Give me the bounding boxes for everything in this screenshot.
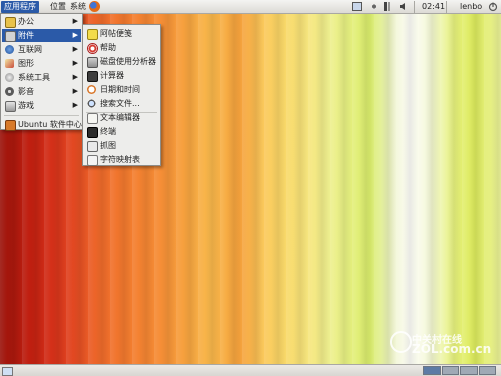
menu-item-system-tools[interactable]: 系统工具 ▶ [2, 71, 81, 84]
show-desktop-icon[interactable] [2, 367, 13, 376]
submenu-arrow-icon: ▶ [72, 17, 78, 25]
menu-item-label: 日期和时间 [100, 85, 140, 94]
accessories-submenu: 阿帖便笺 帮助 磁盘使用分析器 计算器 日期和时间 搜索文件... 文本编辑器 … [82, 24, 161, 166]
menu-item-internet[interactable]: 互联网 ▶ [2, 43, 81, 56]
menu-item-label: 阿帖便笺 [100, 29, 132, 38]
menu-item-search-files[interactable]: 搜索文件... [84, 97, 159, 110]
menu-item-charmap[interactable]: 字符映射表 [84, 153, 159, 166]
menu-item-label: 抓图 [100, 141, 116, 150]
search-files-icon [87, 99, 96, 108]
terminal-icon [87, 127, 98, 138]
accessories-icon [5, 31, 16, 42]
menu-separator [4, 115, 79, 116]
software-center-icon [5, 120, 16, 131]
menu-item-text-editor[interactable]: 文本编辑器 [84, 111, 159, 124]
system-menu[interactable]: 系统 [67, 1, 89, 13]
places-menu[interactable]: 位置 [47, 1, 69, 13]
screenshot-icon [87, 141, 98, 152]
charmap-icon [87, 155, 98, 166]
menu-item-label: Ubuntu 软件中心 [18, 120, 82, 129]
menu-item-games[interactable]: 游戏 ▶ [2, 99, 81, 112]
date-time-icon [87, 85, 96, 94]
workspace-3[interactable] [460, 366, 478, 375]
clock[interactable]: 02:41 [422, 1, 445, 13]
power-icon[interactable] [488, 2, 498, 12]
bottom-panel [0, 364, 501, 376]
menu-item-office[interactable]: 办公 ▶ [2, 15, 81, 28]
workspace-1[interactable] [423, 366, 441, 375]
games-icon [5, 101, 16, 112]
workspace-2[interactable] [441, 366, 459, 375]
applications-menu[interactable]: 应用程序 [1, 1, 39, 13]
menu-item-disk-analyzer[interactable]: 磁盘使用分析器 [84, 55, 159, 68]
panel-separator [414, 1, 415, 13]
watermark-en: ZOL.com.cn [412, 342, 492, 356]
submenu-arrow-icon: ▶ [72, 31, 78, 39]
disk-analyzer-icon [87, 57, 98, 68]
workspace-4[interactable] [478, 366, 496, 375]
network-icon[interactable] [352, 2, 362, 11]
system-tools-icon [5, 73, 14, 82]
menu-item-label: 图形 [18, 59, 34, 68]
menu-item-calculator[interactable]: 计算器 [84, 69, 159, 82]
menu-item-label: 游戏 [18, 101, 34, 110]
menu-item-multimedia[interactable]: 影音 ▶ [2, 85, 81, 98]
menu-item-label: 终端 [100, 127, 116, 136]
text-editor-icon [87, 113, 98, 124]
menu-item-terminal[interactable]: 终端 [84, 125, 159, 138]
panel-separator [446, 1, 447, 13]
submenu-arrow-icon: ▶ [72, 45, 78, 53]
menu-item-help[interactable]: 帮助 [84, 41, 159, 54]
menu-item-screenshot[interactable]: 抓图 [84, 139, 159, 152]
office-icon [5, 17, 16, 28]
bluetooth-icon[interactable] [384, 2, 394, 11]
menu-item-accessories[interactable]: 附件 ▶ [2, 29, 81, 42]
menu-item-date-time[interactable]: 日期和时间 [84, 83, 159, 96]
zol-logo-icon [390, 331, 412, 353]
menu-item-label: 磁盘使用分析器 [100, 57, 156, 66]
volume-icon[interactable] [399, 2, 407, 11]
menu-item-label: 系统工具 [18, 73, 50, 82]
menu-item-label: 办公 [18, 17, 34, 26]
firefox-icon[interactable] [89, 1, 100, 12]
menu-item-label: 影音 [18, 87, 34, 96]
menu-item-label: 文本编辑器 [100, 113, 140, 122]
submenu-arrow-icon: ▶ [72, 59, 78, 67]
help-icon [87, 43, 98, 54]
menu-item-label: 互联网 [18, 45, 42, 54]
mail-icon[interactable] [369, 2, 379, 11]
multimedia-icon [5, 87, 14, 96]
menu-item-notes[interactable]: 阿帖便笺 [84, 27, 159, 40]
workspace-switcher[interactable] [423, 366, 497, 375]
notes-icon [87, 29, 98, 40]
internet-icon [5, 45, 14, 54]
menu-item-label: 帮助 [100, 43, 116, 52]
applications-dropdown: 办公 ▶ 附件 ▶ 互联网 ▶ 图形 ▶ 系统工具 ▶ 影音 ▶ 游戏 ▶ Ub… [0, 13, 83, 131]
calculator-icon [87, 71, 98, 82]
top-panel: 应用程序 位置 系统 02:41 lenbo [0, 0, 501, 14]
submenu-arrow-icon: ▶ [72, 101, 78, 109]
menu-item-label: 字符映射表 [100, 155, 140, 164]
submenu-arrow-icon: ▶ [72, 73, 78, 81]
graphics-icon [5, 59, 14, 68]
user-menu[interactable]: lenbo [458, 1, 482, 13]
menu-item-label: 搜索文件... [100, 99, 140, 108]
menu-item-graphics[interactable]: 图形 ▶ [2, 57, 81, 70]
menu-item-label: 计算器 [100, 71, 124, 80]
menu-item-software-center[interactable]: Ubuntu 软件中心 [2, 118, 82, 131]
menu-item-label: 附件 [18, 31, 34, 40]
submenu-arrow-icon: ▶ [72, 87, 78, 95]
